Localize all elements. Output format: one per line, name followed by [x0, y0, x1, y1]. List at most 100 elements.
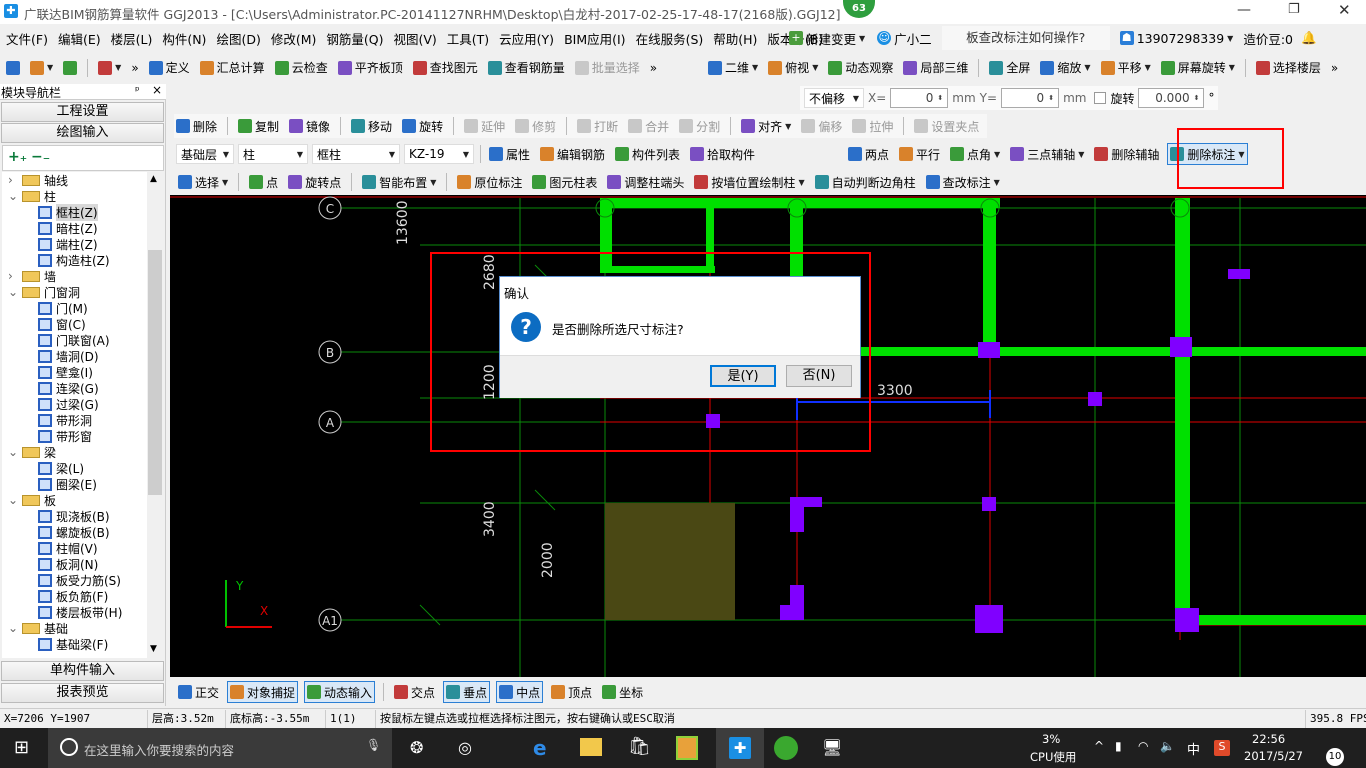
align-button[interactable]: 对齐 ▼ [739, 115, 793, 137]
tree-item[interactable]: 板负筋(F) [2, 588, 147, 604]
tree-item[interactable]: 梁(L) [2, 460, 147, 476]
task-view-icon[interactable]: ❂ [410, 738, 423, 757]
new-file-button[interactable] [4, 57, 22, 79]
chevron-down-icon[interactable]: ⌄ [8, 189, 18, 203]
sogou-icon[interactable]: S [1214, 740, 1230, 756]
local-3d-button[interactable]: 局部三维 [901, 57, 970, 79]
dimension-13600[interactable]: 13600 [395, 200, 411, 245]
intersection-button[interactable]: 交点 [392, 681, 437, 703]
volume-icon[interactable]: 🔈 [1160, 739, 1175, 753]
pan-button[interactable]: 平移 ▼ [1099, 57, 1153, 79]
check-label-button[interactable]: 查改标注 ▼ [924, 171, 1002, 193]
chevron-down-icon[interactable]: ▼ [222, 178, 228, 187]
chevron-down-icon[interactable]: ▼ [785, 122, 791, 131]
menu-item[interactable]: BIM应用(I) [564, 29, 626, 48]
chevron-down-icon[interactable]: ▼ [752, 63, 758, 72]
windows-start-icon[interactable]: ⊞ [14, 737, 29, 758]
sigma-button[interactable]: 汇总计算 [198, 57, 267, 79]
dimension-2000[interactable]: 2000 [540, 542, 556, 578]
tree-folder[interactable]: › 墙 [2, 268, 147, 284]
mirror-button[interactable]: 镜像 [287, 115, 332, 137]
coordinate-button[interactable]: 坐标 [600, 681, 645, 703]
tree-item[interactable]: 螺旋板(B) [2, 524, 147, 540]
more-button[interactable]: » [129, 57, 140, 79]
tree-item[interactable]: 板受力筋(S) [2, 572, 147, 588]
merge-button[interactable]: 合并 [626, 115, 671, 137]
column-table-button[interactable]: 图元柱表 [530, 171, 599, 193]
expand-all-icon[interactable]: +₊ [8, 149, 27, 165]
chevron-down-icon[interactable]: ▼ [115, 63, 121, 72]
tree-folder[interactable]: ⌄ 门窗洞 [2, 284, 147, 300]
tree-item[interactable]: 柱帽(V) [2, 540, 147, 556]
collapse-all-icon[interactable]: −₋ [31, 149, 50, 165]
tree-item[interactable]: 带形窗 [2, 428, 147, 444]
delete-axis-button[interactable]: 删除辅轴 [1092, 143, 1161, 165]
clock-time[interactable]: 22:56 [1252, 732, 1285, 746]
extend-button[interactable]: 延伸 [462, 115, 507, 137]
rotate-input[interactable]: 0.000 ⬍ [1138, 88, 1205, 108]
type-select[interactable]: 柱 ▼ [238, 144, 308, 164]
chevron-down-icon[interactable]: ▼ [798, 178, 804, 187]
yes-button[interactable]: 是(Y) [710, 365, 776, 387]
tree-item[interactable]: 门联窗(A) [2, 332, 147, 348]
edit-rebar-button[interactable]: 编辑钢筋 [538, 143, 607, 165]
menu-item[interactable]: 视图(V) [393, 29, 436, 48]
trim-button[interactable]: 修剪 [513, 115, 558, 137]
tree-item[interactable]: 基础梁(F) [2, 636, 147, 652]
app-icon[interactable]: ◎ [458, 738, 472, 757]
tree-folder[interactable]: › 轴线 [2, 172, 147, 188]
more-button[interactable]: » [648, 57, 659, 79]
object-snap-button[interactable]: 对象捕捉 [227, 681, 299, 703]
split-button[interactable]: 分割 [677, 115, 722, 137]
app-icon[interactable] [676, 736, 698, 760]
ortho-button[interactable]: 正交 [176, 681, 221, 703]
microphone-icon[interactable]: 🎙 [366, 738, 381, 752]
menu-item[interactable]: 构件(N) [162, 29, 206, 48]
chevron-down-icon[interactable]: ▼ [1084, 63, 1090, 72]
edge-icon[interactable]: e [533, 736, 547, 760]
perpendicular-button[interactable]: 垂点 [443, 681, 491, 703]
tree-folder[interactable]: ⌄ 板 [2, 492, 147, 508]
more-button[interactable]: » [1329, 57, 1340, 79]
undo-button[interactable]: ▼ [96, 57, 123, 79]
menu-item[interactable]: 楼层(L) [111, 29, 153, 48]
point-button[interactable]: 点 [247, 171, 280, 193]
stretch-button[interactable]: 拉伸 [850, 115, 895, 137]
two-point-button[interactable]: 两点 [846, 143, 891, 165]
help-query[interactable]: 板查改标注如何操作? [941, 26, 1110, 50]
dynamic-input-button[interactable]: 动态输入 [304, 681, 376, 703]
tree-scrollbar[interactable]: ▲ ▼ [147, 172, 163, 658]
chevron-down-icon[interactable]: ⌄ [8, 621, 18, 635]
file-explorer-icon[interactable] [580, 738, 602, 756]
bell-icon[interactable]: 🔔 [1301, 30, 1317, 46]
chevron-down-icon[interactable]: ⌄ [8, 285, 18, 299]
midpoint-button[interactable]: 中点 [496, 681, 544, 703]
orbit-button[interactable]: 动态观察 [826, 57, 895, 79]
binoculars-button[interactable]: 查找图元 [411, 57, 480, 79]
nav-close-button[interactable]: × [152, 83, 162, 97]
new-change-button[interactable]: + 新建变更 ▼ [787, 27, 867, 49]
define-button[interactable]: 定义 [147, 57, 192, 79]
cloud-check-button[interactable]: 云检查 [273, 57, 330, 79]
chevron-down-icon[interactable]: ⌄ [8, 493, 18, 507]
chevron-down-icon[interactable]: ▼ [47, 63, 53, 72]
tree-item[interactable]: 窗(C) [2, 316, 147, 332]
pick-button[interactable]: 拾取构件 [688, 143, 757, 165]
auto-corner-button[interactable]: 自动判断边角柱 [813, 171, 918, 193]
pin-button[interactable]: ᵖ [135, 84, 140, 97]
three-point-axis-button[interactable]: 三点辅轴 ▼ [1008, 143, 1086, 165]
chevron-down-icon[interactable]: ▼ [994, 178, 1000, 187]
project-settings-tab[interactable]: 工程设置 [1, 102, 164, 122]
align-slab-top-button[interactable]: 平齐板顶 [336, 57, 405, 79]
tree-item[interactable]: 过梁(G) [2, 396, 147, 412]
save-button[interactable] [61, 57, 79, 79]
tree-item[interactable]: 门(M) [2, 300, 147, 316]
notification-count[interactable]: 10 [1326, 748, 1344, 766]
chevron-right-icon[interactable]: › [8, 173, 18, 187]
move-button[interactable]: 移动 [349, 115, 394, 137]
point-angle-button[interactable]: 点角 ▼ [948, 143, 1002, 165]
component-list-button[interactable]: 构件列表 [613, 143, 682, 165]
rotate-checkbox[interactable] [1094, 92, 1107, 104]
rotate-point-button[interactable]: 旋转点 [286, 171, 343, 193]
fullscreen-button[interactable]: 全屏 [987, 57, 1032, 79]
